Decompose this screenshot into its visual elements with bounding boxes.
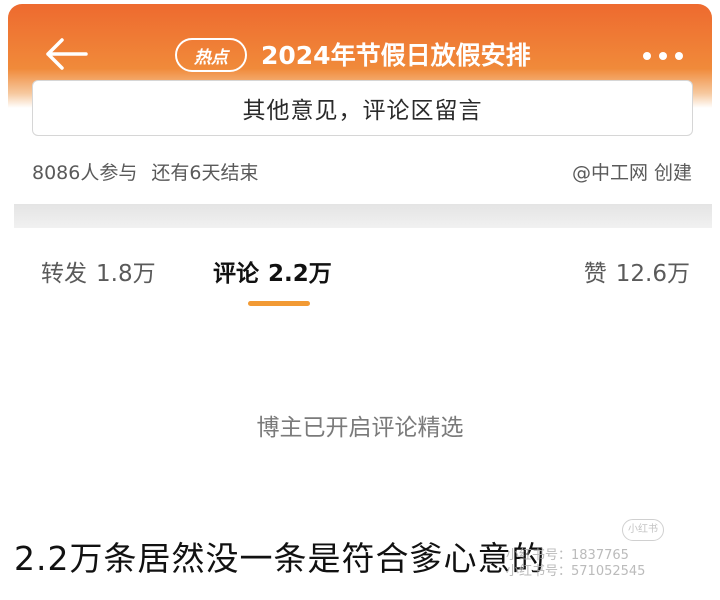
watermark-logo: 小红书 (622, 519, 664, 541)
participant-count: 8086人参与 (32, 162, 138, 184)
tab-comments-count: 2.2万 (268, 261, 332, 287)
tab-likes-label: 赞 (583, 261, 607, 287)
more-button[interactable] (640, 44, 686, 68)
page-title: 2024年节假日放假安排 (261, 41, 531, 70)
poll-meta: 8086人参与 还有6天结束 (32, 158, 258, 185)
back-arrow-icon (46, 38, 88, 70)
tab-likes[interactable]: 赞 12.6万 (584, 254, 690, 288)
watermark-line-2: 小红书号：571052545 (506, 564, 646, 579)
comment-input-text: 其他意见，评论区留言 (242, 98, 483, 124)
section-divider (14, 204, 712, 228)
tab-likes-count: 12.6万 (615, 261, 690, 287)
tab-comments-label: 评论 (213, 261, 259, 287)
screenshot-panel: 热点 2024年节假日放假安排 其他意见，评论区留言 8086人参与 还有6天结束… (8, 4, 712, 516)
more-dots-icon (643, 52, 683, 60)
creator-link[interactable]: @中工网 创建 (572, 158, 692, 185)
tab-repost-label: 转发 (41, 261, 87, 287)
comments-empty-note: 博主已开启评论精选 (256, 415, 464, 441)
hot-tag: 热点 (175, 38, 247, 72)
tab-repost-count: 1.8万 (96, 261, 156, 287)
post-caption: 2.2万条居然没一条是符合爹心意的 (14, 539, 546, 578)
back-button[interactable] (42, 34, 90, 74)
comment-input[interactable]: 其他意见，评论区留言 (32, 80, 693, 136)
tab-repost[interactable]: 转发 1.8万 (41, 254, 156, 288)
tab-comments[interactable]: 评论 2.2万 (213, 254, 332, 288)
remaining-time: 还有6天结束 (151, 162, 259, 184)
watermark-line-1: 小红书号：1837765 (506, 548, 629, 563)
watermark-text: 小红书号：1837765 小红书号：571052545 (506, 548, 645, 580)
active-tab-indicator (248, 301, 310, 306)
